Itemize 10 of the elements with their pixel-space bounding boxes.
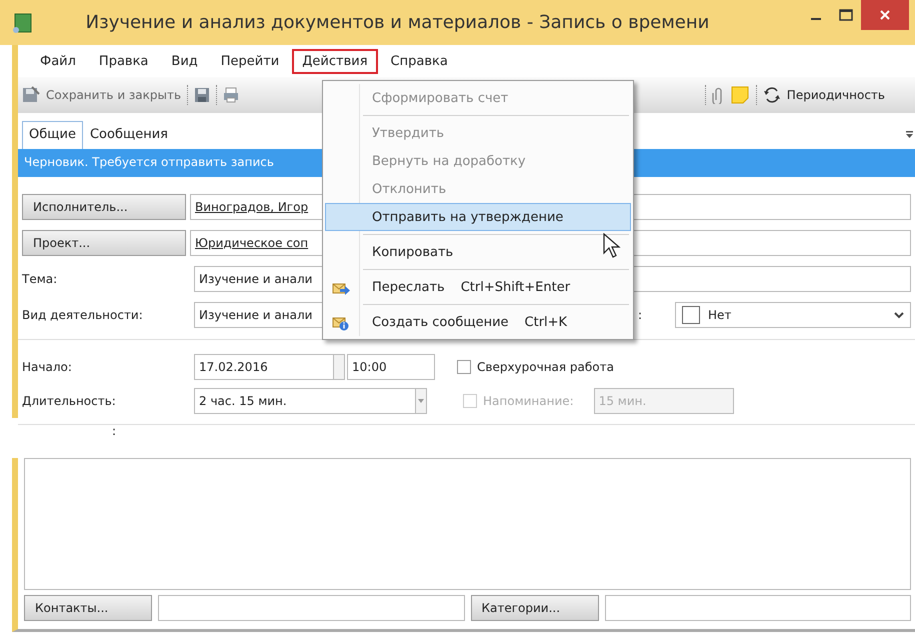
checkbox-label: Сверхурочная работа [477, 360, 614, 374]
field-label: Начало: [22, 360, 73, 374]
window-title: Изучение и анализ документов и материалов - Запись о времени [84, 12, 710, 33]
field-label: : [112, 424, 118, 440]
dropdown-value: Нет [708, 308, 732, 322]
field-label: Вид деятельности: [22, 308, 144, 322]
field-label: Длительность: [22, 394, 117, 408]
field-label: : [638, 308, 642, 322]
field-label: Тема: [22, 272, 58, 286]
checkbox-label: Напоминание: [483, 394, 574, 408]
